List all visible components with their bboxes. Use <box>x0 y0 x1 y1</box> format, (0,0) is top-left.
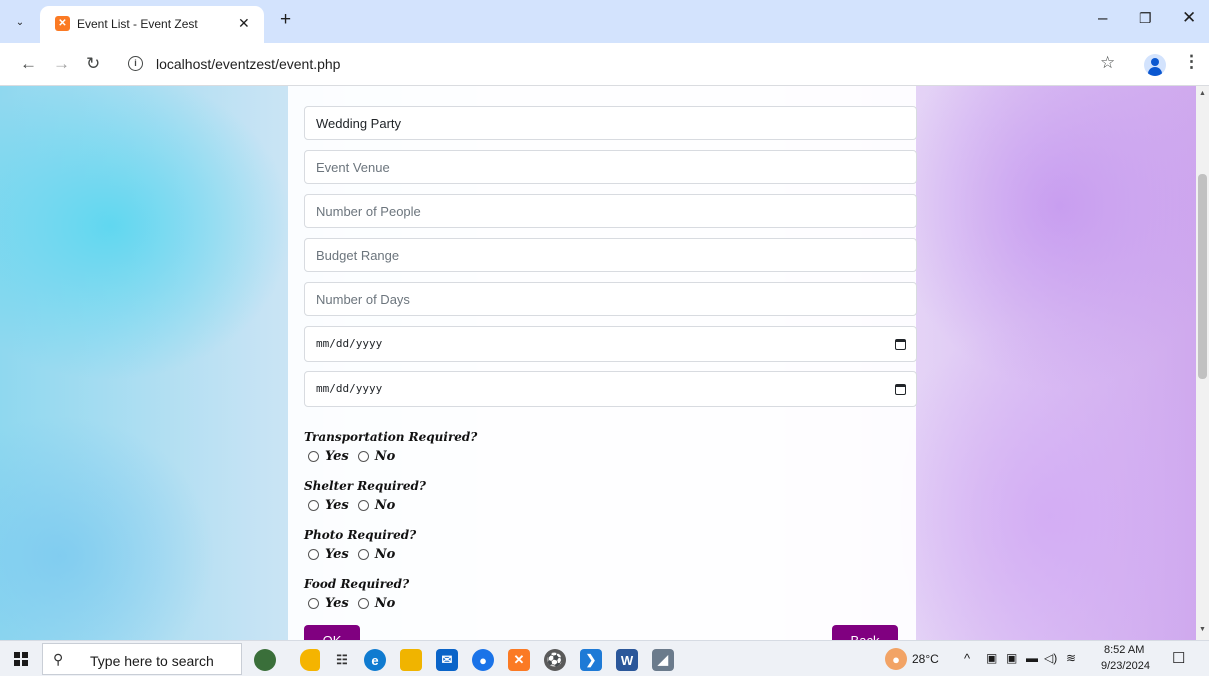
event-name-value: Wedding Party <box>316 116 402 131</box>
close-window-icon[interactable]: ✕ <box>1182 8 1196 28</box>
tab-close-icon[interactable]: ✕ <box>238 15 250 32</box>
battery-icon[interactable]: ▬ <box>1026 651 1038 665</box>
number-of-people-placeholder: Number of People <box>316 204 421 219</box>
photo-yes-radio[interactable] <box>308 548 319 560</box>
clock-date[interactable]: 9/23/2024 <box>1101 660 1150 672</box>
widget-sun-icon[interactable] <box>300 649 320 671</box>
calendar-icon[interactable] <box>895 384 906 395</box>
shelter-yes-label[interactable]: Yes <box>325 498 349 513</box>
shelter-options: Yes No <box>308 497 404 513</box>
forward-arrow-icon[interactable]: → <box>53 54 70 74</box>
event-form: Wedding Party Event Venue Number of Peop… <box>288 86 917 640</box>
clock-time[interactable]: 8:52 AM <box>1104 644 1144 656</box>
weather-temperature[interactable]: 28°C <box>912 652 939 666</box>
tab-search-chevron-icon[interactable]: ⌄ <box>10 12 30 32</box>
end-date-field[interactable]: mm/dd/yyyy <box>304 371 917 407</box>
food-question: Food Required? <box>304 577 410 591</box>
event-venue-field[interactable]: Event Venue <box>304 150 917 184</box>
calendar-icon[interactable] <box>895 339 906 350</box>
wifi-icon[interactable]: ≋ <box>1066 651 1076 665</box>
edge-browser-icon[interactable]: e <box>364 649 386 671</box>
browser-tab[interactable]: ✕ Event List - Event Zest ✕ <box>40 6 264 43</box>
transportation-no-radio[interactable] <box>357 450 369 462</box>
shelter-question: Shelter Required? <box>304 479 426 493</box>
scroll-up-arrow-icon[interactable]: ▲ <box>1199 90 1206 97</box>
shelter-yes-radio[interactable] <box>308 499 319 511</box>
notification-icon[interactable]: ☐ <box>1172 649 1185 667</box>
file-explorer-icon[interactable] <box>400 649 422 671</box>
windows-start-icon[interactable] <box>14 652 28 666</box>
taskbar-search-box[interactable]: ⚲ Type here to search <box>42 643 242 675</box>
photo-yes-label[interactable]: Yes <box>325 547 349 562</box>
soccer-app-icon[interactable]: ⚽ <box>544 649 566 671</box>
start-date-placeholder: mm/dd/yyyy <box>316 337 383 350</box>
site-info-icon[interactable]: i <box>128 56 143 71</box>
food-options: Yes No <box>308 595 404 611</box>
new-tab-button[interactable]: + <box>280 10 291 30</box>
transportation-question: Transportation Required? <box>304 430 478 444</box>
scrollbar-thumb[interactable] <box>1198 174 1207 379</box>
shelter-no-label[interactable]: No <box>375 498 396 513</box>
windows-taskbar: ⚲ Type here to search ☷ e ✉ ● ✕ ⚽ ❯ W ◢ … <box>0 640 1209 676</box>
volume-icon[interactable]: ◁) <box>1044 651 1057 665</box>
transportation-yes-radio[interactable] <box>308 450 319 462</box>
search-icon: ⚲ <box>53 651 64 667</box>
xampp-favicon-icon: ✕ <box>55 16 70 31</box>
photo-no-label[interactable]: No <box>375 547 396 562</box>
number-of-days-placeholder: Number of Days <box>316 292 410 307</box>
task-view-icon[interactable]: ☷ <box>331 649 353 671</box>
back-button[interactable]: Back <box>832 625 898 640</box>
photo-no-radio[interactable] <box>357 548 369 560</box>
tray-app-icon[interactable]: ▣ <box>986 651 997 665</box>
minimize-icon[interactable]: – <box>1098 8 1107 28</box>
tab-title: Event List - Event Zest <box>77 17 198 31</box>
vscode-icon[interactable]: ❯ <box>580 649 602 671</box>
page-viewport: Wedding Party Event Venue Number of Peop… <box>0 86 1196 640</box>
scroll-down-arrow-icon[interactable]: ▼ <box>1199 626 1206 633</box>
budget-range-placeholder: Budget Range <box>316 248 400 263</box>
address-bar[interactable]: i localhost/eventzest/event.php <box>118 49 1138 79</box>
tray-overflow-chevron-icon[interactable]: ^ <box>964 651 970 666</box>
photo-question: Photo Required? <box>304 528 417 542</box>
transportation-options: Yes No <box>308 448 404 464</box>
shelter-no-radio[interactable] <box>357 499 369 511</box>
url-text[interactable]: localhost/eventzest/event.php <box>156 56 340 72</box>
pinned-app-icon[interactable]: ◢ <box>652 649 674 671</box>
food-no-radio[interactable] <box>357 597 369 609</box>
news-widget-icon[interactable] <box>254 649 276 671</box>
taskbar-search-placeholder: Type here to search <box>90 653 214 669</box>
food-no-label[interactable]: No <box>375 596 396 611</box>
end-date-placeholder: mm/dd/yyyy <box>316 382 383 395</box>
profile-avatar-icon[interactable] <box>1144 54 1166 76</box>
number-of-days-field[interactable]: Number of Days <box>304 282 917 316</box>
ok-button[interactable]: OK <box>304 625 360 640</box>
food-yes-radio[interactable] <box>308 597 319 609</box>
word-icon[interactable]: W <box>616 649 638 671</box>
chrome-icon[interactable]: ● <box>472 649 494 671</box>
back-arrow-icon[interactable]: ← <box>20 54 37 74</box>
tray-xampp-icon[interactable]: ▣ <box>1006 651 1017 665</box>
transportation-no-label[interactable]: No <box>375 449 396 464</box>
page-scrollbar[interactable]: ▲ ▼ <box>1196 86 1209 640</box>
reload-icon[interactable]: ↻ <box>86 54 100 74</box>
restore-icon[interactable]: ❐ <box>1139 10 1152 27</box>
number-of-people-field[interactable]: Number of People <box>304 194 917 228</box>
mail-icon[interactable]: ✉ <box>436 649 458 671</box>
budget-range-field[interactable]: Budget Range <box>304 238 917 272</box>
food-yes-label[interactable]: Yes <box>325 596 349 611</box>
transportation-yes-label[interactable]: Yes <box>325 449 349 464</box>
browser-tab-strip: ⌄ ✕ Event List - Event Zest ✕ + – ❐ ✕ <box>0 0 1209 43</box>
photo-options: Yes No <box>308 546 404 562</box>
event-name-field[interactable]: Wedding Party <box>304 106 917 140</box>
weather-icon[interactable]: ● <box>885 648 907 670</box>
bookmark-star-icon[interactable]: ☆ <box>1100 53 1115 73</box>
event-venue-placeholder: Event Venue <box>316 160 390 175</box>
browser-toolbar: ← → ↻ i localhost/eventzest/event.php ☆ … <box>0 43 1209 86</box>
more-menu-icon[interactable]: ⋮ <box>1183 52 1200 72</box>
start-date-field[interactable]: mm/dd/yyyy <box>304 326 917 362</box>
xampp-icon[interactable]: ✕ <box>508 649 530 671</box>
